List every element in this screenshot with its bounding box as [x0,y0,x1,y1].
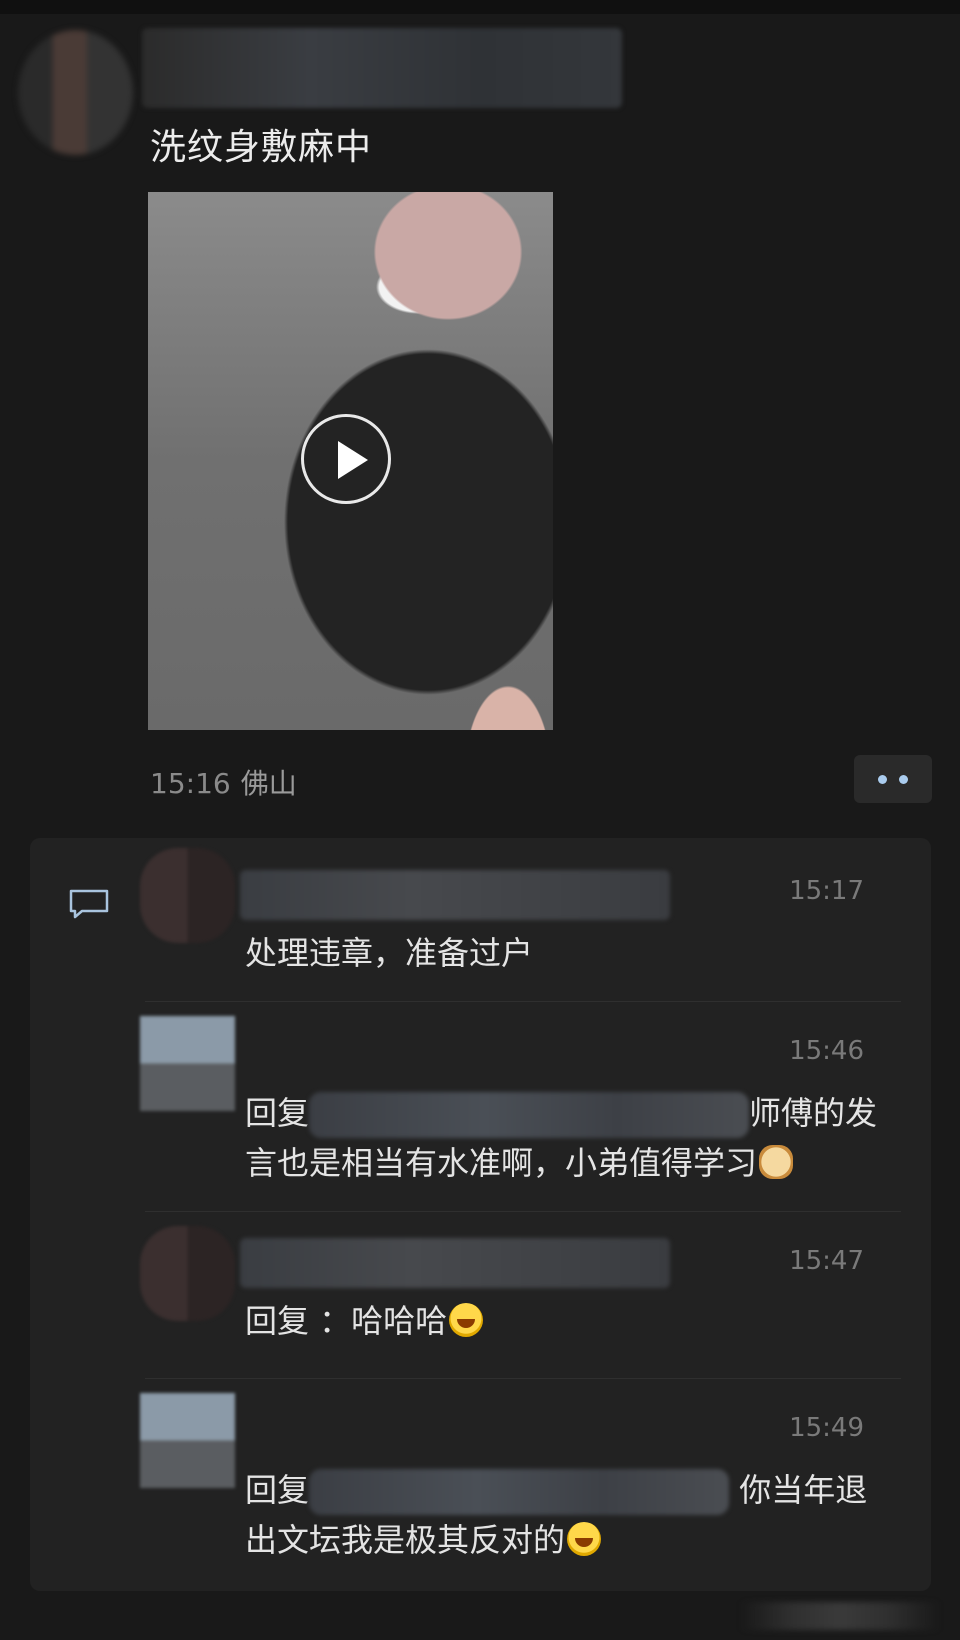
reply-suffix: 你当年退 [739,1471,868,1509]
comment-text: 处理违章，准备过户 [245,934,534,972]
post-meta: 15:16 佛山 [150,762,297,802]
commenter-name-blurred[interactable] [240,1238,670,1288]
reply-text: 回复 ：哈哈哈 [245,1302,448,1340]
comment-time: 15:46 [789,1036,864,1066]
comment-time: 15:17 [789,876,864,906]
poster-avatar[interactable] [18,30,133,155]
comment-text: 回复 ：哈哈哈 [245,1296,885,1346]
reply-target-blurred [309,1469,730,1515]
comment-text: 回复 师傅的发 言也是相当有水准啊，小弟值得学习 [245,1088,885,1188]
reply-line2: 言也是相当有水准啊，小弟值得学习 [245,1144,758,1182]
post-text: 洗纹身敷麻中 [150,127,373,168]
more-dot [899,775,908,784]
comment-time: 15:49 [789,1413,864,1443]
comment-text: 回复 你当年退 出文坛我是极其反对的 [245,1465,885,1565]
commenter-avatar[interactable] [140,1226,235,1321]
reply-suffix: 师傅的发 [749,1094,878,1132]
moments-post-page: 洗纹身敷麻中 15:16 佛山 15:17 处理违章，准备过户 15:46 回复师 [0,0,960,1640]
reply-line2: 出文坛我是极其反对的 [245,1521,566,1559]
doge-emoji-icon [759,1145,794,1179]
more-dots-icon[interactable] [854,755,932,803]
reply-prefix: 回复 [245,1094,310,1132]
comments-panel: 15:17 处理违章，准备过户 15:46 回复 师傅的发 言也是相当有水准啊，小… [30,838,931,1591]
commenter-avatar[interactable] [140,1393,235,1488]
post-location[interactable]: 佛山 [241,767,297,800]
comment-bubble-icon [69,889,109,919]
poster-name-blurred[interactable] [142,28,622,108]
status-bar [0,0,960,14]
reply-target-blurred [309,1092,750,1138]
comment-item[interactable]: 15:47 回复 ：哈哈哈 [140,1226,900,1366]
commenter-name-blurred[interactable] [240,870,670,920]
laughing-emoji-icon [449,1303,484,1337]
post-time: 15:16 [150,767,231,800]
comment-item[interactable]: 15:46 回复 师傅的发 言也是相当有水准啊，小弟值得学习 [140,1016,900,1186]
commenter-avatar[interactable] [140,848,235,943]
reply-prefix: 回复 [245,1471,310,1509]
comment-time: 15:47 [789,1246,864,1276]
comment-item[interactable]: 15:17 处理违章，准备过户 [140,848,900,998]
comment-item[interactable]: 15:49 回复 你当年退 出文坛我是极其反对的 [140,1393,900,1583]
laughing-emoji-icon [567,1522,602,1556]
comment-divider [145,1001,901,1002]
play-icon[interactable] [301,414,391,504]
post-video-thumbnail[interactable] [148,192,553,730]
comment-divider [145,1211,901,1212]
commenter-avatar[interactable] [140,1016,235,1111]
more-dot [878,775,887,784]
comment-divider [145,1378,901,1379]
watermark-blurred [740,1602,940,1630]
